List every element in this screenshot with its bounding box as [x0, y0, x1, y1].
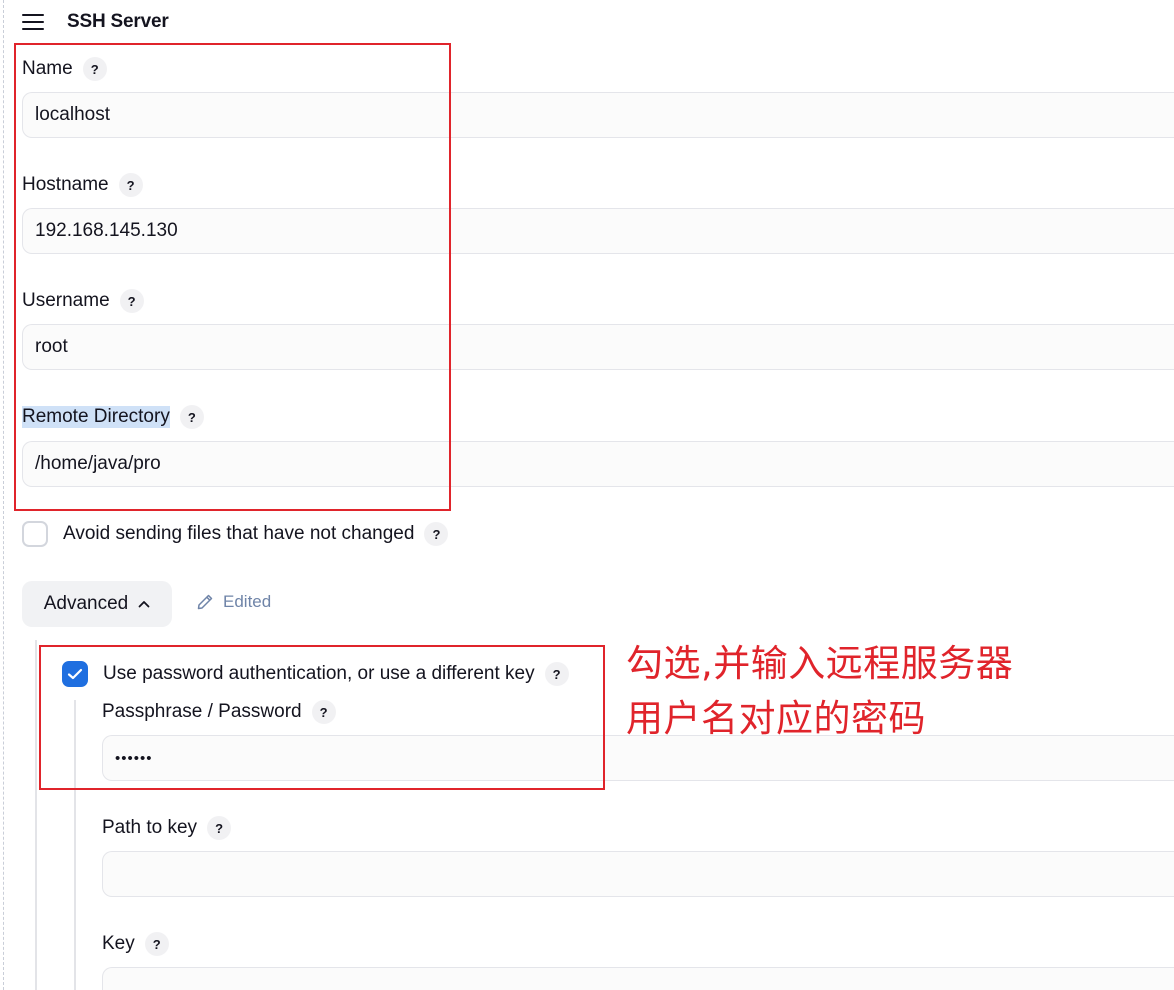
checkmark-icon [67, 668, 83, 680]
key-label: Key [102, 933, 135, 954]
avoid-sending-row: Avoid sending files that have not change… [22, 521, 449, 547]
use-password-label: Use password authentication, or use a di… [103, 663, 535, 684]
username-help-icon[interactable]: ? [119, 289, 144, 313]
username-label: Username [22, 290, 110, 311]
passphrase-label: Passphrase / Password [102, 701, 302, 722]
dashed-guide-line [3, 0, 4, 990]
name-label-row: Name ? [22, 56, 107, 82]
key-help-icon[interactable]: ? [144, 932, 169, 956]
username-label-row: Username ? [22, 288, 144, 314]
path-to-key-help-icon[interactable]: ? [207, 816, 232, 840]
hostname-label: Hostname [22, 174, 109, 195]
pencil-icon [197, 594, 213, 610]
use-password-row: Use password authentication, or use a di… [62, 661, 569, 687]
use-password-help-icon[interactable]: ? [544, 662, 569, 686]
advanced-button[interactable]: Advanced [22, 581, 172, 627]
remote-directory-label: Remote Directory [22, 406, 170, 428]
hostname-help-icon[interactable]: ? [118, 173, 143, 197]
hostname-label-row: Hostname ? [22, 172, 143, 198]
avoid-sending-label: Avoid sending files that have not change… [63, 523, 415, 544]
section-header: SSH Server [22, 8, 169, 36]
avoid-sending-checkbox[interactable] [22, 521, 48, 547]
username-input[interactable]: root [22, 324, 1174, 370]
annotation-line-2: 用户名对应的密码 [626, 697, 926, 740]
passphrase-input-value: •••••• [115, 749, 153, 767]
name-input-value: localhost [35, 104, 110, 125]
key-label-row: Key ? [102, 931, 169, 957]
remote-directory-help-icon[interactable]: ? [179, 405, 204, 429]
hostname-input-value: 192.168.145.130 [35, 220, 178, 241]
annotation-line-1: 勾选,并输入远程服务器 [626, 642, 1014, 685]
path-to-key-label-row: Path to key ? [102, 815, 232, 841]
use-password-checkbox[interactable] [62, 661, 88, 687]
edited-indicator: Edited [196, 592, 271, 612]
advanced-section-rail [35, 640, 37, 990]
remote-directory-input-value: /home/java/pro [35, 453, 161, 474]
edited-label: Edited [223, 592, 272, 611]
passphrase-help-icon[interactable]: ? [311, 700, 336, 724]
name-help-icon[interactable]: ? [82, 57, 107, 81]
password-section-rail [74, 700, 76, 990]
remote-directory-label-row: Remote Directory ? [22, 404, 204, 430]
name-label: Name [22, 58, 73, 79]
avoid-sending-help-icon[interactable]: ? [424, 522, 449, 546]
remote-directory-input[interactable]: /home/java/pro [22, 441, 1174, 487]
key-textarea[interactable] [102, 967, 1174, 990]
hostname-input[interactable]: 192.168.145.130 [22, 208, 1174, 254]
advanced-button-label: Advanced [43, 593, 129, 614]
ssh-server-config-page: SSH Server Name ? localhost Hostname ? 1… [0, 0, 1174, 990]
name-input[interactable]: localhost [22, 92, 1174, 138]
username-input-value: root [35, 336, 68, 357]
hamburger-menu-icon[interactable] [22, 14, 44, 30]
path-to-key-input[interactable] [102, 851, 1174, 897]
section-title: SSH Server [67, 11, 169, 32]
passphrase-label-row: Passphrase / Password ? [102, 699, 336, 725]
chevron-up-icon [138, 601, 150, 608]
annotation-text: 勾选,并输入远程服务器 用户名对应的密码 [626, 636, 1013, 746]
path-to-key-label: Path to key [102, 817, 198, 838]
